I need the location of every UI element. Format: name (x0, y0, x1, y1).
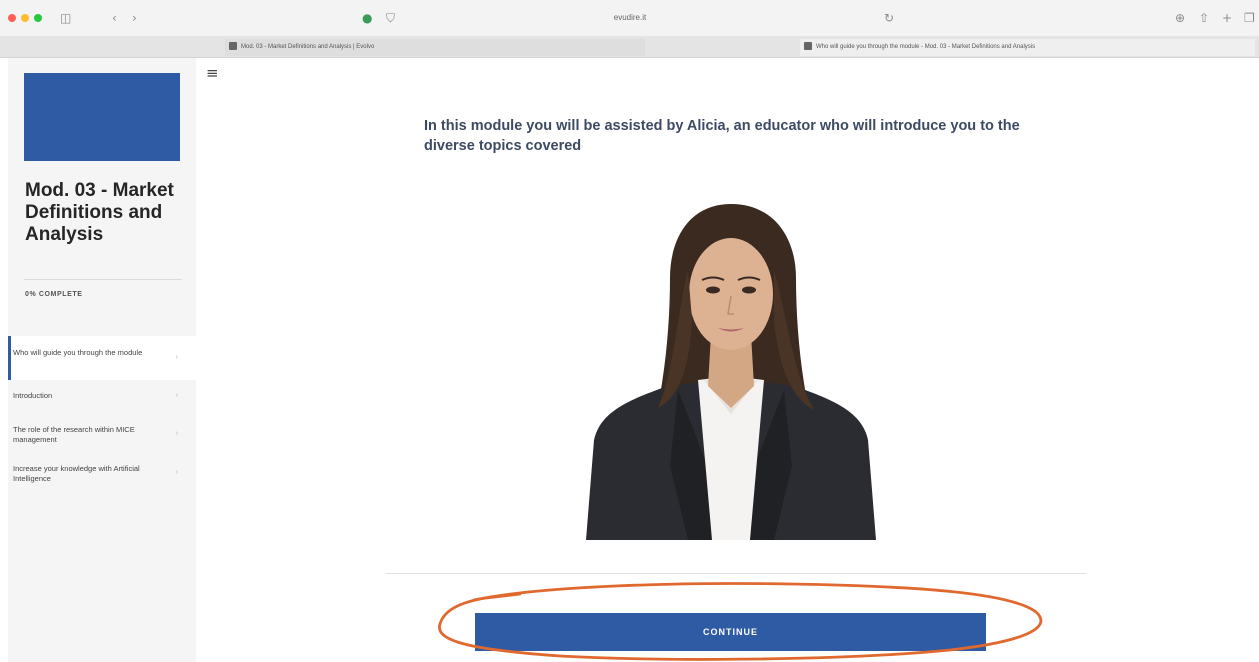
lesson-item-introduction[interactable]: Introduction › (8, 380, 196, 412)
chevron-right-icon: › (175, 469, 178, 476)
tab-bar: Mod. 03 - Market Definitions and Analysi… (0, 36, 1259, 58)
educator-portrait-image (586, 204, 876, 540)
lesson-label: Introduction (13, 391, 53, 400)
zoom-window-button[interactable] (34, 14, 42, 22)
share-icon[interactable]: ⇧ (1199, 10, 1209, 26)
reload-icon[interactable]: ↻ (884, 10, 894, 26)
progress-indicator: 0% COMPLETE (25, 291, 83, 298)
browser-tab[interactable]: Mod. 03 - Market Definitions and Analysi… (225, 39, 645, 56)
lesson-item-who-will-guide[interactable]: Who will guide you through the module › (8, 336, 196, 380)
lesson-item-artificial-intelligence[interactable]: Increase your knowledge with Artificial … (8, 456, 196, 500)
tab-overview-icon[interactable]: ❐ (1244, 10, 1255, 26)
lesson-list: Who will guide you through the module › … (8, 336, 196, 500)
course-sidebar: Mod. 03 - Market Definitions and Analysi… (8, 58, 196, 662)
lesson-item-research-role[interactable]: The role of the research within MICE man… (8, 412, 196, 456)
address-text: evudire.it (613, 13, 647, 22)
download-icon[interactable]: ⊕ (1175, 10, 1185, 26)
chevron-right-icon: › (175, 430, 178, 437)
forward-icon[interactable]: › (132, 10, 137, 26)
browser-toolbar: ◫ ‹ › ● ⛉ evudire.it ↻ ⊕ ⇧ + ❐ (0, 0, 1259, 36)
lesson-label: Increase your knowledge with Artificial … (13, 464, 140, 483)
course-title: Mod. 03 - Market Definitions and Analysi… (25, 180, 174, 245)
new-tab-icon[interactable]: + (1222, 10, 1232, 26)
privacy-shield-icon[interactable]: ⛉ (386, 10, 395, 26)
content-divider (386, 573, 1086, 574)
extension-icon[interactable]: ● (362, 10, 372, 26)
minimize-window-button[interactable] (21, 14, 29, 22)
course-cover-image (24, 73, 180, 161)
back-icon[interactable]: ‹ (112, 10, 117, 26)
tab-label: Who will guide you through the module - … (816, 44, 1036, 50)
tab-favicon-icon (804, 42, 812, 51)
lesson-label: Who will guide you through the module (13, 348, 143, 357)
chevron-right-icon: › (175, 354, 178, 361)
continue-button[interactable]: CONTINUE (475, 613, 986, 651)
module-intro-text: In this module you will be assisted by A… (424, 118, 1020, 154)
window-controls (8, 14, 42, 22)
menu-hamburger-icon[interactable]: ≡ (206, 66, 219, 81)
close-window-button[interactable] (8, 14, 16, 22)
tab-favicon-icon (229, 42, 237, 51)
chevron-right-icon: › (175, 392, 178, 399)
address-bar[interactable]: evudire.it (500, 9, 760, 27)
tab-label: Mod. 03 - Market Definitions and Analysi… (241, 44, 375, 50)
sidebar-divider (24, 279, 182, 280)
sidebar-toggle-icon[interactable]: ◫ (60, 10, 71, 26)
browser-tab-active[interactable]: Who will guide you through the module - … (800, 39, 1255, 56)
lesson-label: The role of the research within MICE man… (13, 425, 135, 444)
